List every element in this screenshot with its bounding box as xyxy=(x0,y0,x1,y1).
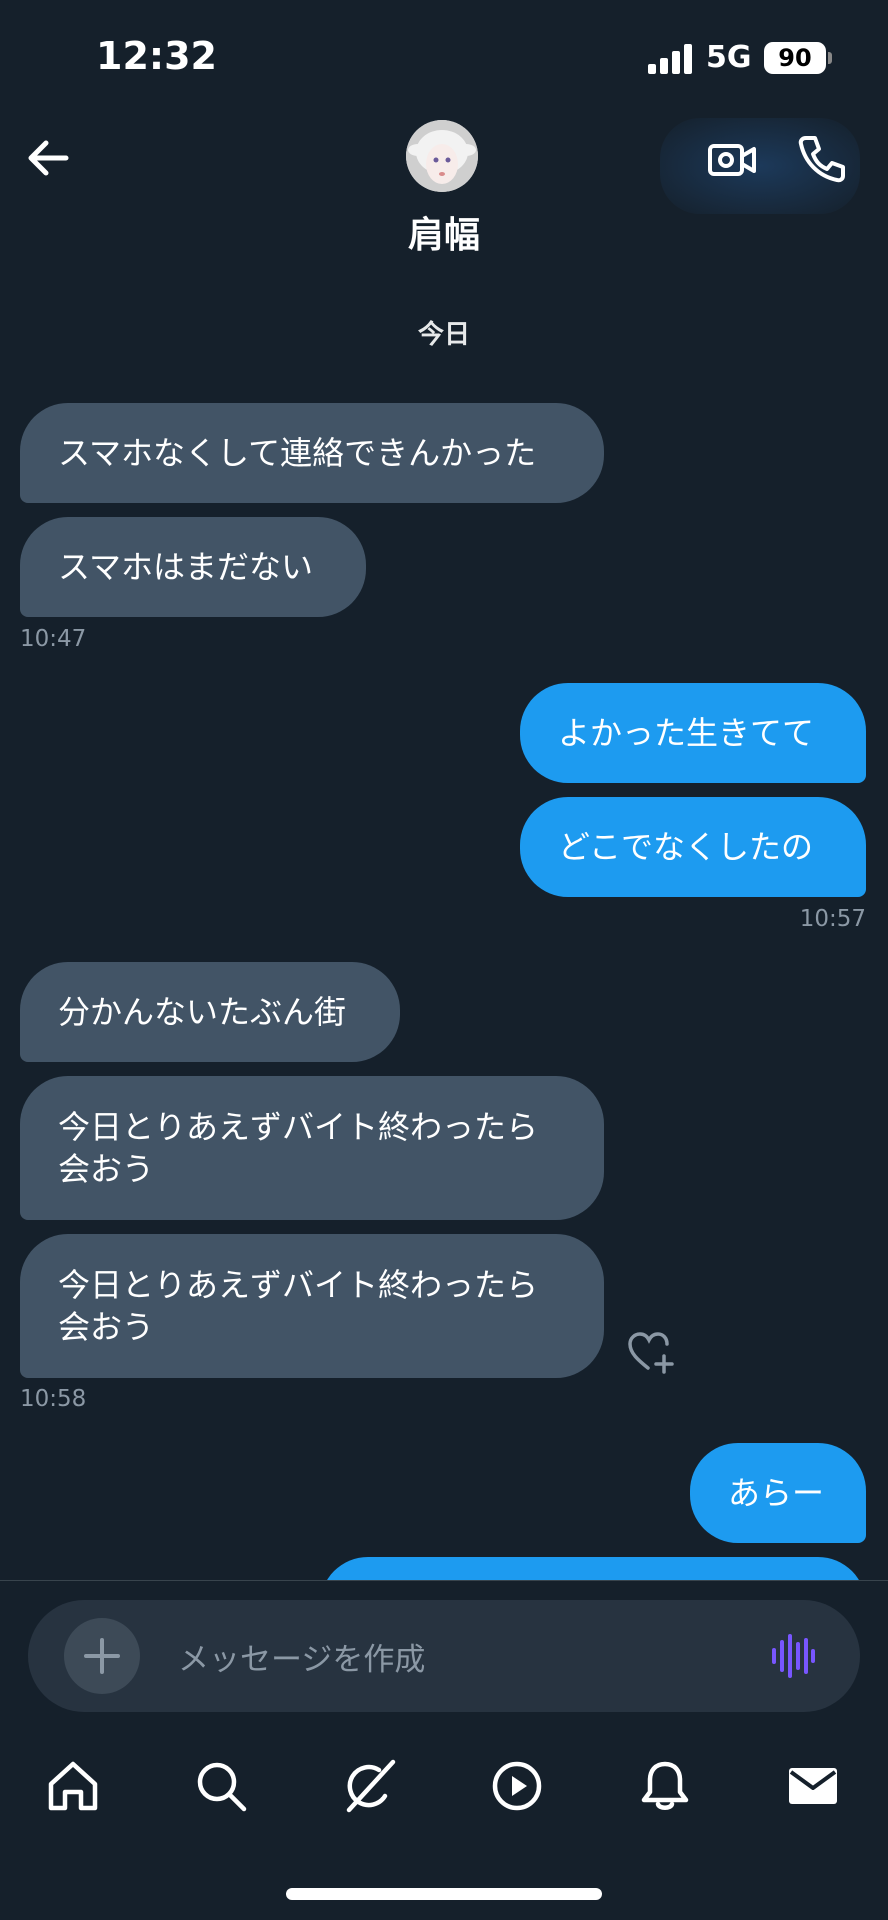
phone-call-button[interactable] xyxy=(796,132,848,184)
video-call-button[interactable] xyxy=(706,134,758,186)
battery-tip xyxy=(828,52,832,64)
message-bubble-sent[interactable]: よかった生きてて xyxy=(520,683,866,783)
message-bubble-received[interactable]: スマホはまだない xyxy=(20,517,366,617)
mail-icon xyxy=(789,1768,837,1804)
voice-waveform-icon xyxy=(772,1634,815,1678)
date-separator: 今日 xyxy=(417,320,470,350)
add-reaction-button[interactable] xyxy=(626,1330,676,1374)
nav-search[interactable] xyxy=(193,1758,249,1814)
avatar[interactable] xyxy=(406,120,478,192)
dm-conversation-screen: 12:32 5G 90 肩幅 今日 スマホなくして連絡できんかった スマホはまだ… xyxy=(0,0,888,1920)
message-bubble-received[interactable]: 分かんないたぶん街 xyxy=(20,962,400,1062)
home-icon xyxy=(48,1761,98,1811)
nav-grok[interactable] xyxy=(341,1758,397,1814)
plus-icon xyxy=(84,1638,120,1674)
composer-divider xyxy=(0,1580,888,1581)
message-bubble-received[interactable]: 今日とりあえずバイト終わったら会おう xyxy=(20,1076,604,1220)
message-timestamp: 10:58 xyxy=(20,1386,87,1412)
message-timestamp: 10:57 xyxy=(799,906,866,932)
back-button[interactable] xyxy=(22,132,74,184)
grok-icon xyxy=(346,1759,396,1813)
message-composer: メッセージを作成 xyxy=(28,1600,860,1712)
nav-notifications[interactable] xyxy=(637,1758,693,1814)
search-icon xyxy=(197,1762,247,1812)
message-input[interactable]: メッセージを作成 xyxy=(178,1634,425,1679)
battery-icon: 90 xyxy=(764,42,826,74)
phone-icon xyxy=(798,136,845,183)
network-type: 5G xyxy=(706,40,752,75)
signal-icon xyxy=(648,44,692,74)
home-indicator xyxy=(286,1888,602,1900)
nav-home[interactable] xyxy=(45,1758,101,1814)
bell-icon xyxy=(641,1761,689,1810)
nav-video[interactable] xyxy=(489,1758,545,1814)
nav-messages[interactable] xyxy=(785,1758,841,1814)
bottom-navigation xyxy=(0,1730,888,1850)
play-icon xyxy=(492,1761,542,1811)
message-bubble-sent[interactable]: どこでなくしたの xyxy=(520,797,866,897)
voice-message-button[interactable] xyxy=(770,1634,816,1678)
status-time: 12:32 xyxy=(96,34,217,78)
message-bubble-received[interactable]: 今日とりあえずバイト終わったら会おう xyxy=(20,1234,604,1378)
message-bubble-received[interactable]: スマホなくして連絡できんかった xyxy=(20,403,604,503)
avatar-image xyxy=(406,120,478,192)
status-bar: 12:32 5G 90 xyxy=(0,0,888,110)
arrow-left-icon xyxy=(28,140,69,176)
message-timestamp: 10:47 xyxy=(20,626,87,652)
add-media-button[interactable] xyxy=(64,1618,140,1694)
video-camera-icon xyxy=(708,144,756,176)
heart-plus-icon xyxy=(628,1332,674,1374)
message-bubble-sent[interactable]: あらー xyxy=(690,1443,866,1543)
